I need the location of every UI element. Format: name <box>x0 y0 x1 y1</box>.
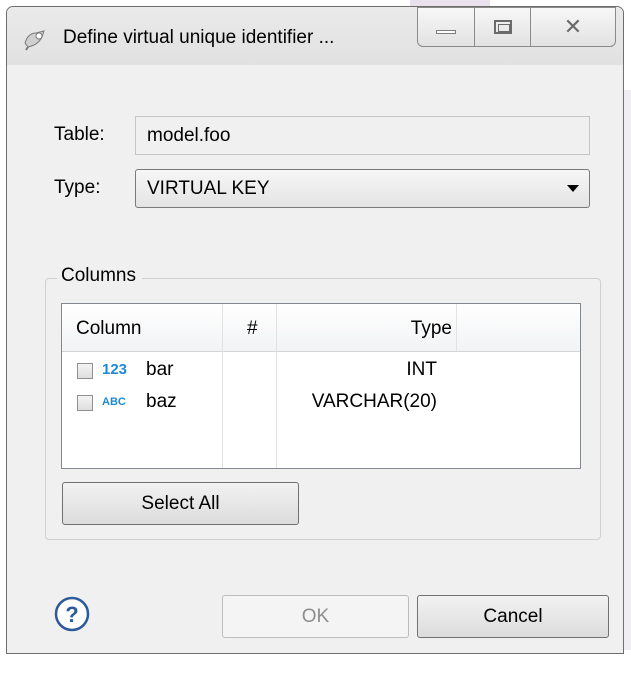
row-checkbox[interactable] <box>77 395 93 411</box>
columns-group-title: Columns <box>57 265 142 287</box>
table-label: Table: <box>54 124 105 145</box>
column-name: baz <box>146 391 177 412</box>
close-icon: ✕ <box>563 14 583 39</box>
ok-button[interactable]: OK <box>222 595 409 638</box>
svg-text:?: ? <box>65 602 78 627</box>
column-header-number[interactable]: # <box>247 318 258 340</box>
table-field: model.foo <box>135 116 590 155</box>
background-strip <box>624 90 631 650</box>
table-header: Column # Type <box>62 304 580 352</box>
close-button[interactable]: ✕ <box>530 7 616 47</box>
select-all-button[interactable]: Select All <box>62 482 299 525</box>
column-divider <box>456 304 457 351</box>
app-icon <box>24 30 45 51</box>
maximize-button[interactable] <box>474 7 531 47</box>
column-name: bar <box>146 359 174 380</box>
cancel-button[interactable]: Cancel <box>417 595 609 638</box>
chevron-down-icon <box>567 185 579 192</box>
columns-table: Column # Type 123 bar INT ABC baz VARCHA… <box>61 303 581 469</box>
window-title: Define virtual unique identifier ... <box>63 27 335 48</box>
column-type: INT <box>406 359 437 380</box>
row-checkbox[interactable] <box>77 363 93 379</box>
maximize-icon <box>493 20 512 34</box>
dialog-window: Define virtual unique identifier ... ✕ T… <box>6 6 624 654</box>
dialog-body: Table: model.foo Type: VIRTUAL KEY Colum… <box>7 65 623 653</box>
type-dropdown-value: VIRTUAL KEY <box>147 178 270 199</box>
help-icon[interactable]: ? <box>53 595 91 633</box>
column-header-type[interactable]: Type <box>277 318 452 340</box>
column-type: VARCHAR(20) <box>311 391 437 412</box>
table-row[interactable]: 123 bar INT <box>62 357 580 389</box>
minimize-button[interactable] <box>417 7 475 47</box>
integer-type-icon: 123 <box>102 361 128 378</box>
string-type-icon: ABC <box>102 396 126 408</box>
table-row[interactable]: ABC baz VARCHAR(20) <box>62 389 580 421</box>
type-label: Type: <box>54 177 101 198</box>
title-bar[interactable]: Define virtual unique identifier ... ✕ <box>7 7 623 65</box>
column-header-column[interactable]: Column <box>76 318 141 340</box>
minimize-icon <box>436 30 456 34</box>
type-dropdown[interactable]: VIRTUAL KEY <box>135 169 590 208</box>
